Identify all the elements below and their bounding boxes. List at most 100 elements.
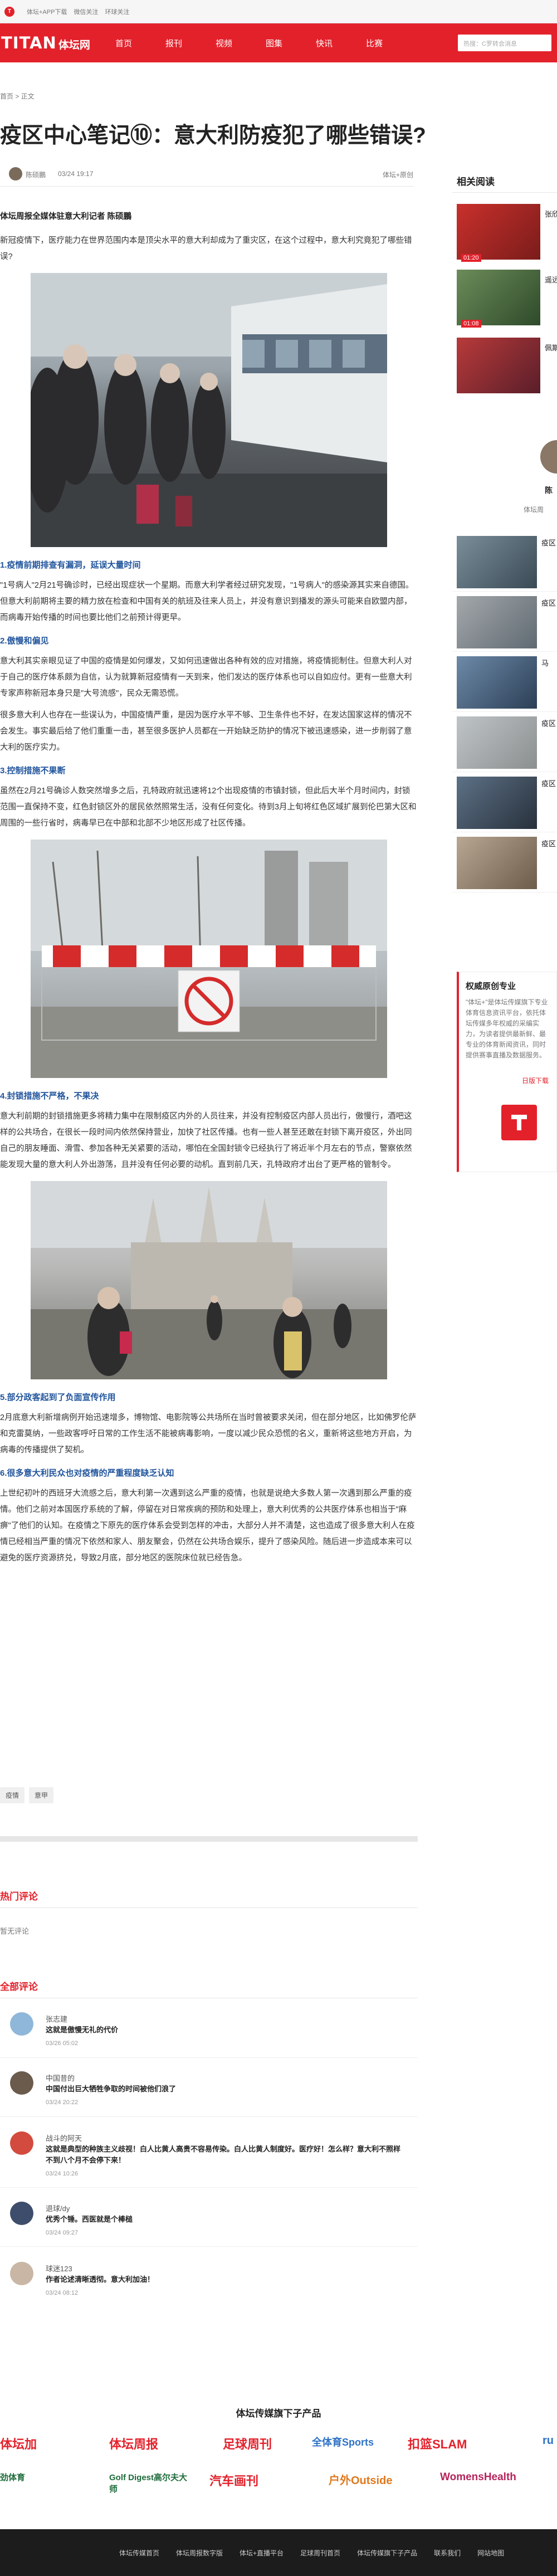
tag-epidemic[interactable]: 疫情 <box>0 1787 25 1803</box>
related-title[interactable]: 疫区 <box>541 838 557 888</box>
brand-jin-sports[interactable]: 劲体育 <box>0 2471 25 2483</box>
commenter-avatar[interactable] <box>10 2071 33 2095</box>
site-logo[interactable]: TITAN 体坛网 <box>1 33 101 52</box>
nav-video[interactable]: 视频 <box>196 37 252 49</box>
related-thumbnail[interactable] <box>457 596 537 648</box>
titan-app-icon[interactable] <box>501 1105 537 1140</box>
search-input[interactable]: 热搜：C罗转会消息 <box>458 35 551 51</box>
global-follow-link[interactable]: 环球关注 <box>105 7 129 16</box>
video-item[interactable]: 佩斯 <box>457 338 557 399</box>
comment-item: 张志建 这就是傲慢无礼的代价 03/26 05:02 <box>0 2012 418 2068</box>
commenter-avatar[interactable] <box>10 2131 33 2155</box>
wechat-follow-link[interactable]: 微信关注 <box>74 7 98 16</box>
brand-golf-digest[interactable]: Golf Digest高尔夫大师 <box>109 2471 193 2495</box>
section-2-title: 2.傲慢和偏见 <box>0 636 49 646</box>
nav-gallery[interactable]: 图集 <box>246 37 302 49</box>
brand-womens-health[interactable]: WomensHealth <box>440 2471 516 2484</box>
hot-comments-line <box>0 1907 418 1908</box>
footer-link[interactable]: 体坛周报数字版 <box>176 2548 223 2558</box>
nav-matches[interactable]: 比赛 <box>346 37 402 49</box>
footer-link[interactable]: 足球周刊首页 <box>300 2548 340 2558</box>
footer-link[interactable]: 联系我们 <box>434 2548 461 2558</box>
section-4-title: 4.封锁措施不严格，不果决 <box>0 1091 99 1101</box>
comment-item: 退球/dy 优秀个锤。西医就是个棒槌 03/24 09:27 <box>0 2202 418 2257</box>
section-2-text-2: 很多意大利人也存在一些误认为，中国疫情严重，是因为医疗水平不够、卫生条件也不好，… <box>0 711 412 752</box>
article-title: 疫区中心笔记⑩：意大利防疫犯了哪些错误? <box>0 124 426 148</box>
footer-link[interactable]: 体坛传媒旗下子产品 <box>357 2548 417 2558</box>
commenter-name[interactable]: 退球/dy <box>46 2203 70 2213</box>
breadcrumb: 首页 > 正文 <box>0 92 35 100</box>
site-mini-logo[interactable]: T <box>4 6 14 17</box>
related-item[interactable]: 疫区 <box>452 777 557 832</box>
promo-download-link[interactable]: 日版下载 <box>522 1076 549 1085</box>
related-title[interactable]: 疫区 <box>541 597 557 647</box>
author-name[interactable]: 陈硕鵬 <box>26 170 46 179</box>
main-nav: TITAN 体坛网 首页 报刊 视频 图集 快讯 比赛 热搜：C罗转会消息 <box>0 23 557 62</box>
profile-avatar[interactable] <box>540 440 557 474</box>
brand-soccer-weekly[interactable]: 足球周刊 <box>223 2434 272 2452</box>
brand-auto-pictorial[interactable]: 汽车画刊 <box>209 2471 258 2489</box>
article-meta: 陈硕鵬 03/24 19:17 体坛+原创 <box>0 164 413 187</box>
related-item[interactable]: 疫区 <box>452 536 557 592</box>
tag-serie-a[interactable]: 意甲 <box>29 1787 54 1803</box>
related-title[interactable]: 疫区 <box>541 718 557 768</box>
profile-subtitle: 体坛周 <box>524 506 544 514</box>
related-thumbnail[interactable] <box>457 837 537 889</box>
video-title[interactable]: 佩斯 <box>545 342 557 354</box>
intro-paragraph: 新冠疫情下，医疗能力在世界范围内本是顶尖水平的意大利却成为了重灾区，在这个过程中… <box>0 236 412 261</box>
brand-titan-weekly[interactable]: 体坛周报 <box>109 2434 158 2452</box>
commenter-name[interactable]: 张志建 <box>46 2013 67 2024</box>
related-thumbnail[interactable] <box>457 716 537 769</box>
footer-link[interactable]: 体坛+直播平台 <box>240 2548 284 2558</box>
brand-slam[interactable]: 扣篮SLAM <box>408 2434 467 2452</box>
comment-text: 优秀个锤。西医就是个棒槌 <box>46 2215 133 2223</box>
video-thumbnail[interactable] <box>457 338 540 393</box>
commenter-name[interactable]: 中国昔的 <box>46 2072 75 2083</box>
related-item[interactable]: 疫区 <box>452 837 557 892</box>
publish-date: 03/24 19:17 <box>58 170 94 178</box>
related-thumbnail[interactable] <box>457 656 537 709</box>
top-utility-bar: T 体坛+APP下载 微信关注 环球关注 <box>0 0 557 23</box>
footer-link[interactable]: 体坛传媒首页 <box>119 2548 159 2558</box>
brands-row-2: 劲体育 Golf Digest高尔夫大师 汽车画刊 户外Outside Wome… <box>0 2466 557 2499</box>
footer-link[interactable]: 网站地图 <box>477 2548 504 2558</box>
related-title[interactable]: 马 <box>541 657 557 708</box>
related-thumbnail[interactable] <box>457 777 537 829</box>
related-item[interactable]: 疫区 <box>452 716 557 772</box>
related-item[interactable]: 马 <box>452 656 557 712</box>
video-thumbnail[interactable] <box>457 204 540 260</box>
comment-divider <box>0 2057 418 2058</box>
brands-row-1: 体坛加 体坛周报 足球周刊 全体育Sports 扣篮SLAM ru <box>0 2429 557 2462</box>
comment-text: 作者论述清晰透彻。意大利加油！ <box>46 2275 155 2284</box>
nav-home[interactable]: 首页 <box>96 37 152 49</box>
nav-news-flash[interactable]: 快讯 <box>296 37 352 49</box>
brand-sports[interactable]: 全体育Sports <box>312 2434 374 2449</box>
promo-box: 权威原创专业 "体坛+"是体坛传媒旗下专业体育信息资讯平台，依托体坛传媒多年权威… <box>457 972 557 1172</box>
nav-papers[interactable]: 报刊 <box>146 37 202 49</box>
section-3-title: 3.控制措施不果断 <box>0 766 66 775</box>
byline: 体坛周报全媒体驻意大利记者 陈硕鵬 <box>0 212 132 221</box>
related-title[interactable]: 疫区 <box>541 778 557 828</box>
video-item[interactable]: 01:08 遥远 <box>457 270 557 331</box>
video-item[interactable]: 01:20 张欣 <box>457 204 557 265</box>
comment-divider <box>0 2187 418 2188</box>
commenter-avatar[interactable] <box>10 2202 33 2225</box>
app-download-link[interactable]: 体坛+APP下载 <box>27 7 67 16</box>
site-footer: 体坛传媒首页 体坛周报数字版 体坛+直播平台 足球周刊首页 体坛传媒旗下子产品 … <box>0 2529 557 2576</box>
video-thumbnail[interactable] <box>457 270 540 325</box>
commenter-name[interactable]: 战斗的阿天 <box>46 2133 82 2143</box>
author-avatar[interactable] <box>9 167 22 180</box>
brand-outside[interactable]: 户外Outside <box>329 2471 392 2487</box>
video-title[interactable]: 遥远 <box>545 274 557 286</box>
video-title[interactable]: 张欣 <box>545 208 557 221</box>
related-item[interactable]: 疫区 <box>452 596 557 652</box>
brand-ru[interactable]: ru <box>543 2434 554 2447</box>
commenter-avatar[interactable] <box>10 2012 33 2036</box>
comment-time: 03/24 10:26 <box>46 2170 79 2177</box>
related-title[interactable]: 疫区 <box>541 537 557 587</box>
commenter-name[interactable]: 球迷123 <box>46 2263 72 2273</box>
profile-name[interactable]: 陈 <box>545 485 553 496</box>
commenter-avatar[interactable] <box>10 2262 33 2285</box>
related-thumbnail[interactable] <box>457 536 537 588</box>
brand-titan-plus[interactable]: 体坛加 <box>0 2434 37 2452</box>
